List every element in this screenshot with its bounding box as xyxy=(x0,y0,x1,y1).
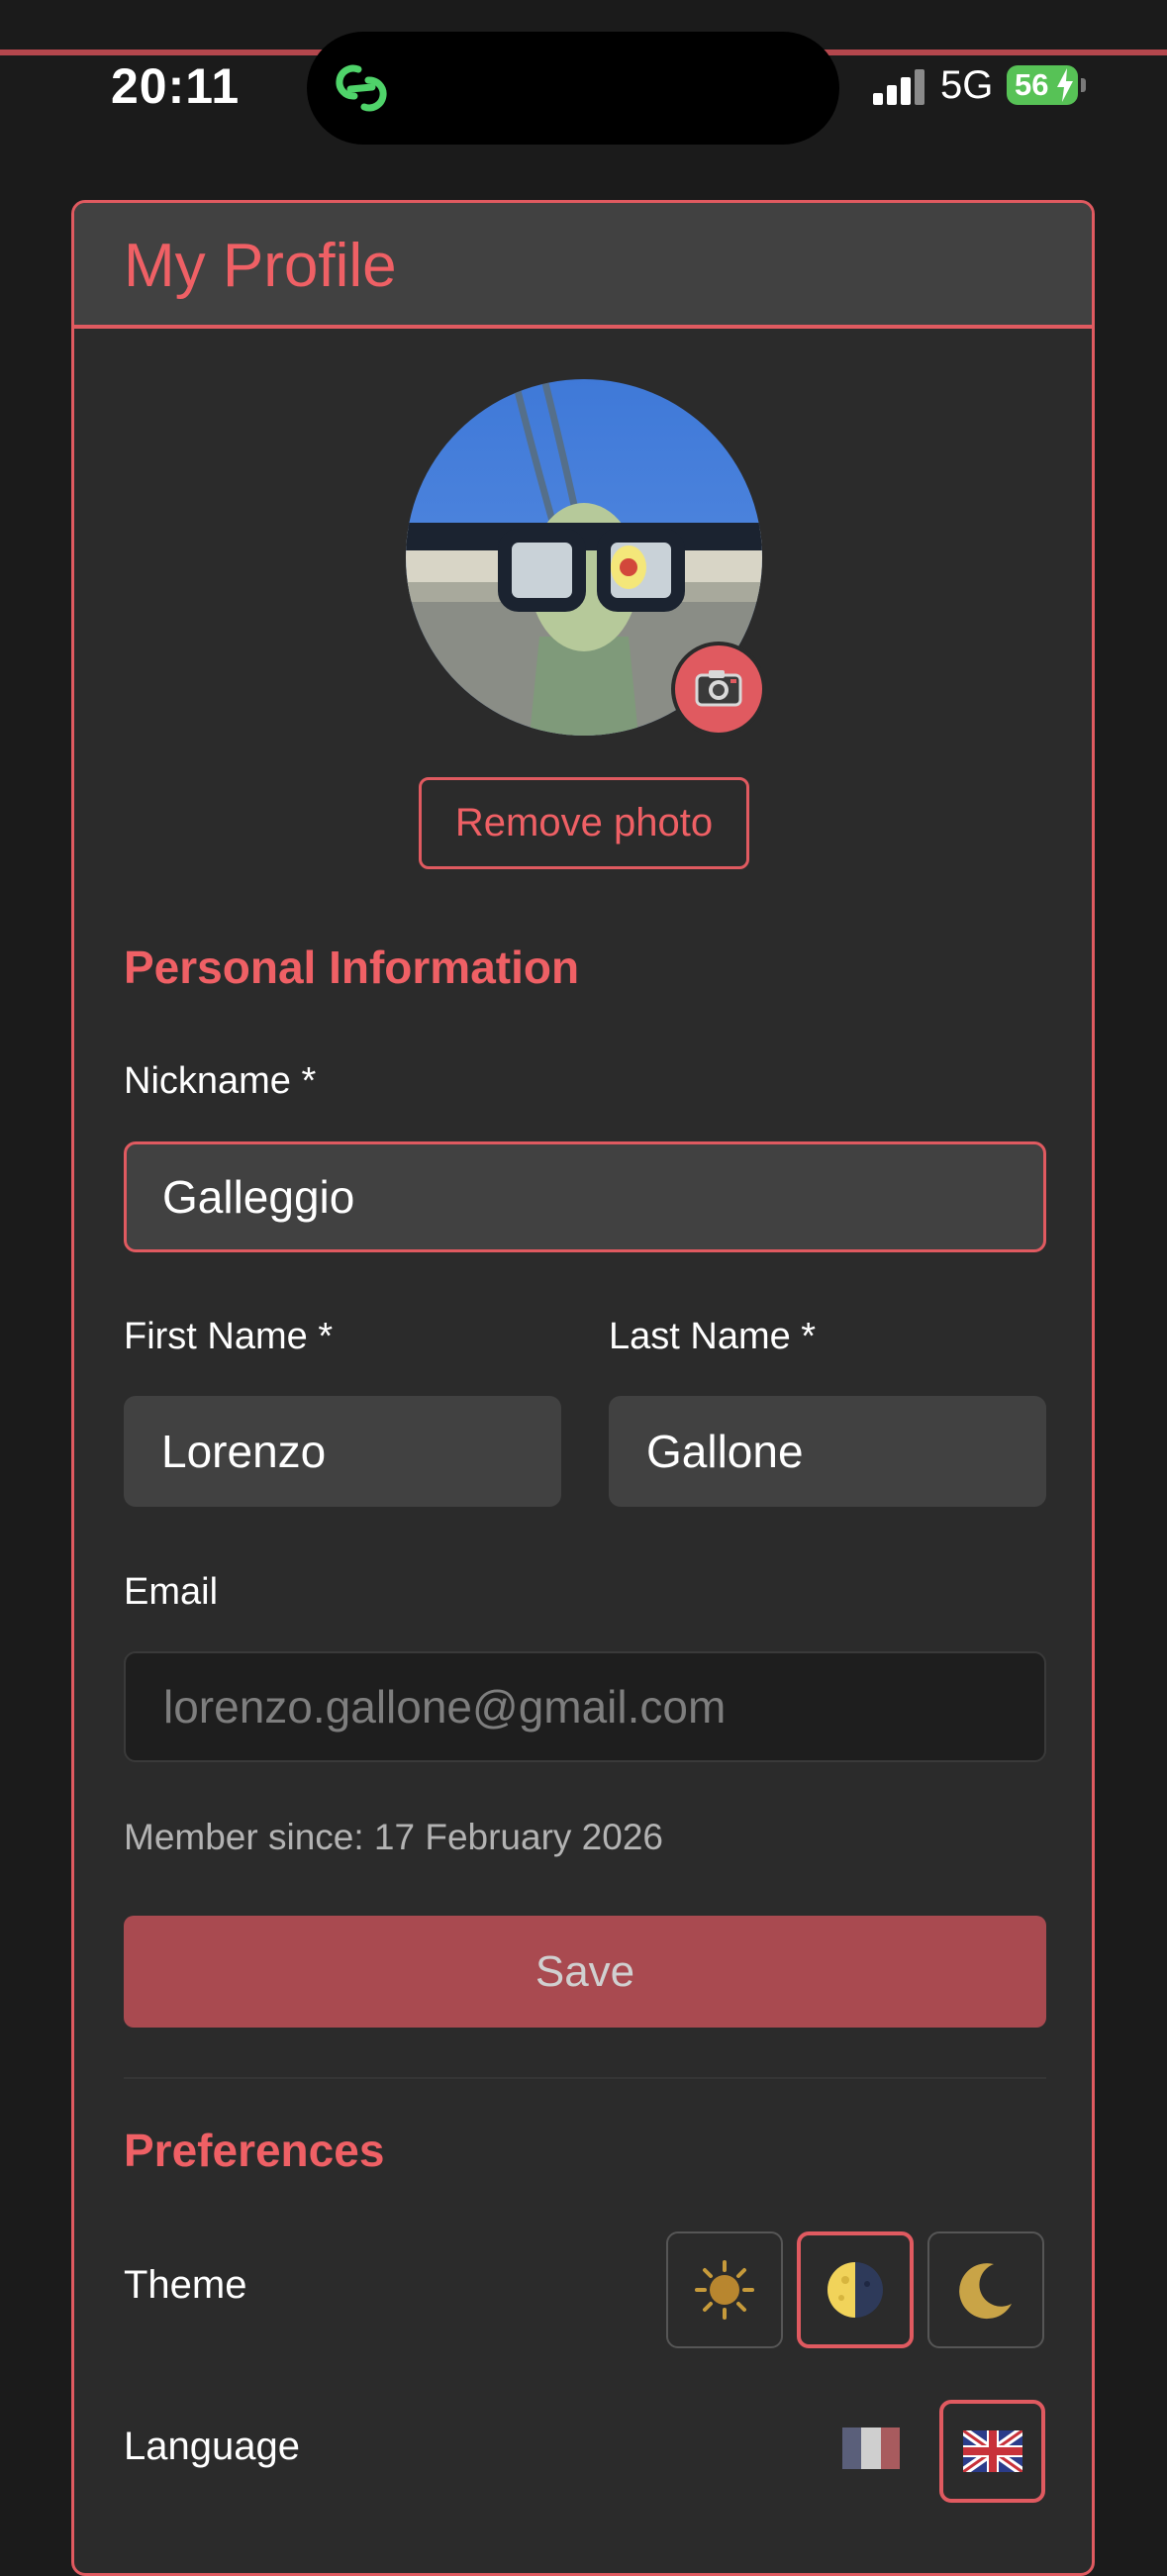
card-header: My Profile xyxy=(74,203,1092,329)
theme-auto-button[interactable] xyxy=(797,2231,914,2348)
member-since-text: Member since: 17 February 2026 xyxy=(124,1817,663,1857)
personal-info-heading: Personal Information xyxy=(124,941,580,993)
charging-bolt-icon xyxy=(1057,68,1073,102)
dynamic-island xyxy=(307,32,839,145)
network-label: 5G xyxy=(940,63,994,107)
email-label: Email xyxy=(124,1571,219,1613)
save-button[interactable]: Save xyxy=(124,1916,1046,2028)
last-name-field[interactable]: Gallone xyxy=(609,1396,1046,1507)
section-divider xyxy=(124,2077,1046,2079)
status-time: 20:11 xyxy=(111,58,241,114)
app-link-icon xyxy=(336,64,387,112)
language-english-button[interactable] xyxy=(939,2400,1045,2503)
email-field: lorenzo.gallone@gmail.com xyxy=(124,1651,1046,1762)
half-moon-icon xyxy=(827,2262,883,2318)
last-name-label: Last Name * xyxy=(609,1316,817,1357)
theme-label: Theme xyxy=(124,2263,247,2307)
flag-fr-icon xyxy=(842,2427,900,2469)
camera-icon xyxy=(695,670,742,707)
preferences-heading: Preferences xyxy=(124,2125,385,2176)
nickname-label: Nickname * xyxy=(124,1060,317,1102)
remove-photo-button[interactable]: Remove photo xyxy=(419,777,749,869)
first-name-field[interactable]: Lorenzo xyxy=(124,1396,561,1507)
flag-uk-icon xyxy=(963,2430,1022,2472)
battery-level: 56 xyxy=(1015,67,1049,102)
theme-light-button[interactable] xyxy=(666,2231,783,2348)
crescent-moon-icon xyxy=(959,2263,1012,2320)
nickname-field[interactable]: Galleggio xyxy=(124,1141,1046,1252)
change-photo-button[interactable] xyxy=(671,642,766,737)
page-title: My Profile xyxy=(124,232,397,300)
signal-icon xyxy=(873,67,928,105)
profile-card: My Profile Remove photo Personal Informa… xyxy=(71,200,1095,2576)
theme-dark-button[interactable] xyxy=(927,2231,1044,2348)
language-french-button[interactable] xyxy=(842,2427,900,2474)
language-label: Language xyxy=(124,2425,300,2468)
battery-cap xyxy=(1081,78,1086,92)
first-name-label: First Name * xyxy=(124,1316,334,1357)
sun-icon xyxy=(695,2260,754,2320)
